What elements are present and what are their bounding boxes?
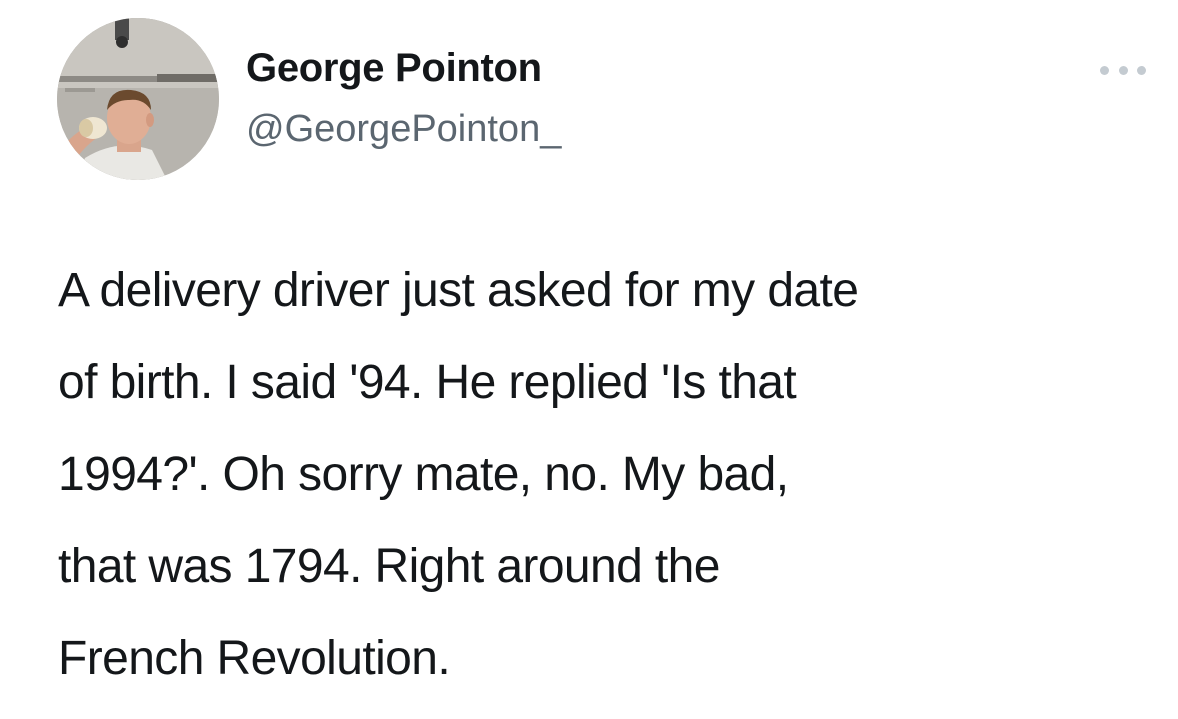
tweet-text-line: A delivery driver just asked for my date bbox=[58, 264, 859, 317]
more-options-button[interactable] bbox=[1100, 56, 1146, 84]
avatar[interactable] bbox=[57, 18, 219, 180]
tweet-text-line: French Revolution. bbox=[58, 632, 451, 685]
ellipsis-icon bbox=[1100, 65, 1109, 75]
tweet-text-line: 1994?'. Oh sorry mate, no. My bad, bbox=[58, 448, 789, 501]
avatar-photo bbox=[57, 18, 219, 180]
tweet-card: George Pointon @GeorgePointon_ A deliver… bbox=[0, 0, 1178, 719]
tweet-text-line: of birth. I said '94. He replied 'Is tha… bbox=[58, 356, 797, 409]
tweet-text-line: that was 1794. Right around the bbox=[58, 540, 720, 593]
ellipsis-icon bbox=[1118, 65, 1128, 75]
author-handle[interactable]: @GeorgePointon_ bbox=[246, 108, 561, 151]
ellipsis-icon bbox=[1137, 65, 1146, 75]
tweet-text: A delivery driver just asked for my date… bbox=[58, 245, 1168, 705]
author-name[interactable]: George Pointon bbox=[246, 46, 542, 91]
